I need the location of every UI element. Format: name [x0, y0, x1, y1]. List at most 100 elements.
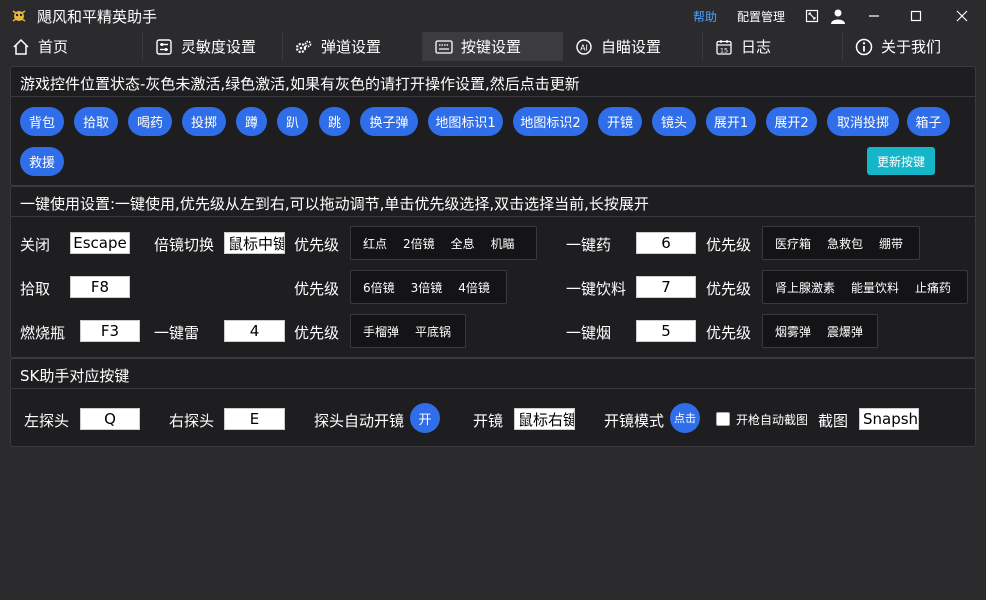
- control-rescue-button[interactable]: 救援: [20, 147, 64, 176]
- control-pickup-button[interactable]: 拾取: [74, 107, 118, 136]
- priority-item[interactable]: 2倍镜: [395, 235, 443, 252]
- priority-item[interactable]: 急救包: [819, 235, 871, 252]
- priority-item[interactable]: 3倍镜: [403, 279, 451, 296]
- keyboard-icon: [435, 38, 453, 56]
- auto-scope-toggle[interactable]: 开: [410, 403, 440, 433]
- priority-item[interactable]: 手榴弹: [355, 323, 407, 340]
- control-drink-button[interactable]: 喝药: [128, 107, 172, 136]
- home-icon: [12, 38, 30, 56]
- med-key-field[interactable]: 6: [636, 232, 696, 254]
- close-button[interactable]: [950, 4, 974, 28]
- onekey-panel: 一键使用设置:一键使用,优先级从左到右,可以拖动调节,单击优先级选择,双击选择当…: [10, 186, 976, 358]
- priority-item[interactable]: 绷带: [871, 235, 911, 252]
- close-label: 关闭: [20, 236, 51, 254]
- sk-panel-title: SK助手对应按键: [20, 367, 130, 385]
- control-scope-button[interactable]: 开镜: [598, 107, 642, 136]
- drink-key-field[interactable]: 7: [636, 276, 696, 298]
- tab-label: 灵敏度设置: [181, 38, 257, 56]
- control-backpack-button[interactable]: 背包: [20, 107, 64, 136]
- control-map-marker-1-button[interactable]: 地图标识1: [428, 107, 503, 136]
- svg-text:15: 15: [720, 46, 728, 54]
- control-map-marker-2-button[interactable]: 地图标识2: [513, 107, 588, 136]
- med-priority-list[interactable]: 医疗箱 急救包 绷带: [762, 226, 920, 260]
- tab-label: 弹道设置: [321, 38, 382, 56]
- onekey-panel-title: 一键使用设置:一键使用,优先级从左到右,可以拖动调节,单击优先级选择,双击选择当…: [20, 195, 649, 213]
- tab-sensitivity[interactable]: 灵敏度设置: [143, 32, 283, 61]
- tab-label: 关于我们: [881, 38, 942, 56]
- priority-item[interactable]: 红点: [355, 235, 395, 252]
- molotov-key-field[interactable]: F3: [80, 320, 140, 342]
- scope-mode-label: 开镜模式: [604, 412, 665, 430]
- priority-label: 优先级: [294, 280, 340, 298]
- tab-home[interactable]: 首页: [0, 32, 143, 61]
- sliders-icon: [155, 38, 173, 56]
- tab-trajectory[interactable]: 弹道设置: [283, 32, 423, 61]
- priority-item[interactable]: 6倍镜: [355, 279, 403, 296]
- tab-keys[interactable]: 按键设置: [423, 32, 563, 61]
- auto-screenshot-checkbox[interactable]: [716, 412, 730, 426]
- tab-about[interactable]: 关于我们: [843, 32, 986, 61]
- smoke-key-field[interactable]: 5: [636, 320, 696, 342]
- fullscreen-button[interactable]: [800, 4, 824, 28]
- pickup-key-field[interactable]: F8: [70, 276, 130, 298]
- priority-item[interactable]: 平底锅: [407, 323, 459, 340]
- control-expand-2-button[interactable]: 展开2: [766, 107, 817, 136]
- control-expand-1-button[interactable]: 展开1: [706, 107, 756, 136]
- controls-panel-header: 游戏控件位置状态-灰色未激活,绿色激活,如果有灰色的请打开操作设置,然后点击更新: [11, 67, 975, 97]
- grenade-key-field[interactable]: 4: [224, 320, 285, 342]
- control-prone-button[interactable]: 趴: [277, 107, 308, 136]
- maximize-button[interactable]: [904, 4, 928, 28]
- control-cancel-throw-button[interactable]: 取消投掷: [827, 107, 899, 136]
- scope-switch-key-field[interactable]: 鼠标中键: [224, 232, 285, 254]
- control-jump-button[interactable]: 跳: [319, 107, 350, 136]
- update-keys-button[interactable]: 更新按键: [867, 147, 935, 175]
- control-reload-button[interactable]: 换子弹: [360, 107, 418, 136]
- scope-priority-list-1[interactable]: 红点 2倍镜 全息 机瞄: [350, 226, 537, 260]
- lean-right-label: 右探头: [169, 412, 215, 430]
- fullscreen-icon: [805, 9, 819, 23]
- maximize-icon: [910, 10, 922, 22]
- lean-left-key-field[interactable]: Q: [80, 408, 140, 430]
- drink-priority-list[interactable]: 肾上腺激素 能量饮料 止痛药: [762, 270, 968, 304]
- screenshot-key-field[interactable]: Snapshot: [859, 408, 919, 430]
- drink-label: 一键饮料: [566, 280, 627, 298]
- lean-right-key-field[interactable]: E: [224, 408, 285, 430]
- config-menu[interactable]: 配置管理: [737, 8, 785, 25]
- priority-item[interactable]: 全息: [443, 235, 483, 252]
- molotov-label: 燃烧瓶: [20, 324, 66, 342]
- priority-item[interactable]: 烟雾弹: [767, 323, 819, 340]
- app-logo-icon: [12, 10, 26, 22]
- tab-bar: 首页 灵敏度设置 弹道设置 按键设置 AI 自瞄设置 15 日志 关于我们: [0, 32, 986, 61]
- control-crate-button[interactable]: 箱子: [907, 107, 950, 136]
- auto-scope-label: 探头自动开镜: [314, 412, 405, 430]
- scope-mode-button[interactable]: 点击: [670, 403, 700, 433]
- priority-item[interactable]: 肾上腺激素: [767, 279, 843, 296]
- priority-label: 优先级: [706, 280, 752, 298]
- user-button[interactable]: [826, 4, 850, 28]
- tab-aim[interactable]: AI 自瞄设置: [563, 32, 703, 61]
- control-throw-button[interactable]: 投掷: [182, 107, 226, 136]
- help-link[interactable]: 帮助: [693, 8, 717, 25]
- tab-log[interactable]: 15 日志: [703, 32, 843, 61]
- priority-item[interactable]: 医疗箱: [767, 235, 819, 252]
- minimize-button[interactable]: [862, 4, 886, 28]
- scope-key-field[interactable]: 鼠标右键: [514, 408, 575, 430]
- priority-item[interactable]: 机瞄: [483, 235, 523, 252]
- smoke-priority-list[interactable]: 烟雾弹 震爆弹: [762, 314, 878, 348]
- priority-label: 优先级: [706, 324, 752, 342]
- grenade-key-label: 一键雷: [154, 324, 200, 342]
- priority-item[interactable]: 能量饮料: [843, 279, 907, 296]
- tab-label: 首页: [38, 38, 69, 56]
- sk-panel: SK助手对应按键 左探头 Q 右探头 E 探头自动开镜 开 开镜 鼠标右键 开镜…: [10, 358, 976, 447]
- priority-item[interactable]: 4倍镜: [450, 279, 498, 296]
- scope-priority-list-2[interactable]: 6倍镜 3倍镜 4倍镜: [350, 270, 507, 304]
- priority-item[interactable]: 震爆弹: [819, 323, 871, 340]
- smoke-label: 一键烟: [566, 324, 612, 342]
- priority-label: 优先级: [294, 236, 340, 254]
- close-key-field[interactable]: Escape: [70, 232, 130, 254]
- control-camera-button[interactable]: 镜头: [652, 107, 696, 136]
- title-bar: 飓风和平精英助手 帮助 配置管理: [0, 0, 986, 32]
- grenade-priority-list[interactable]: 手榴弹 平底锅: [350, 314, 466, 348]
- control-crouch-button[interactable]: 蹲: [236, 107, 267, 136]
- priority-item[interactable]: 止痛药: [907, 279, 959, 296]
